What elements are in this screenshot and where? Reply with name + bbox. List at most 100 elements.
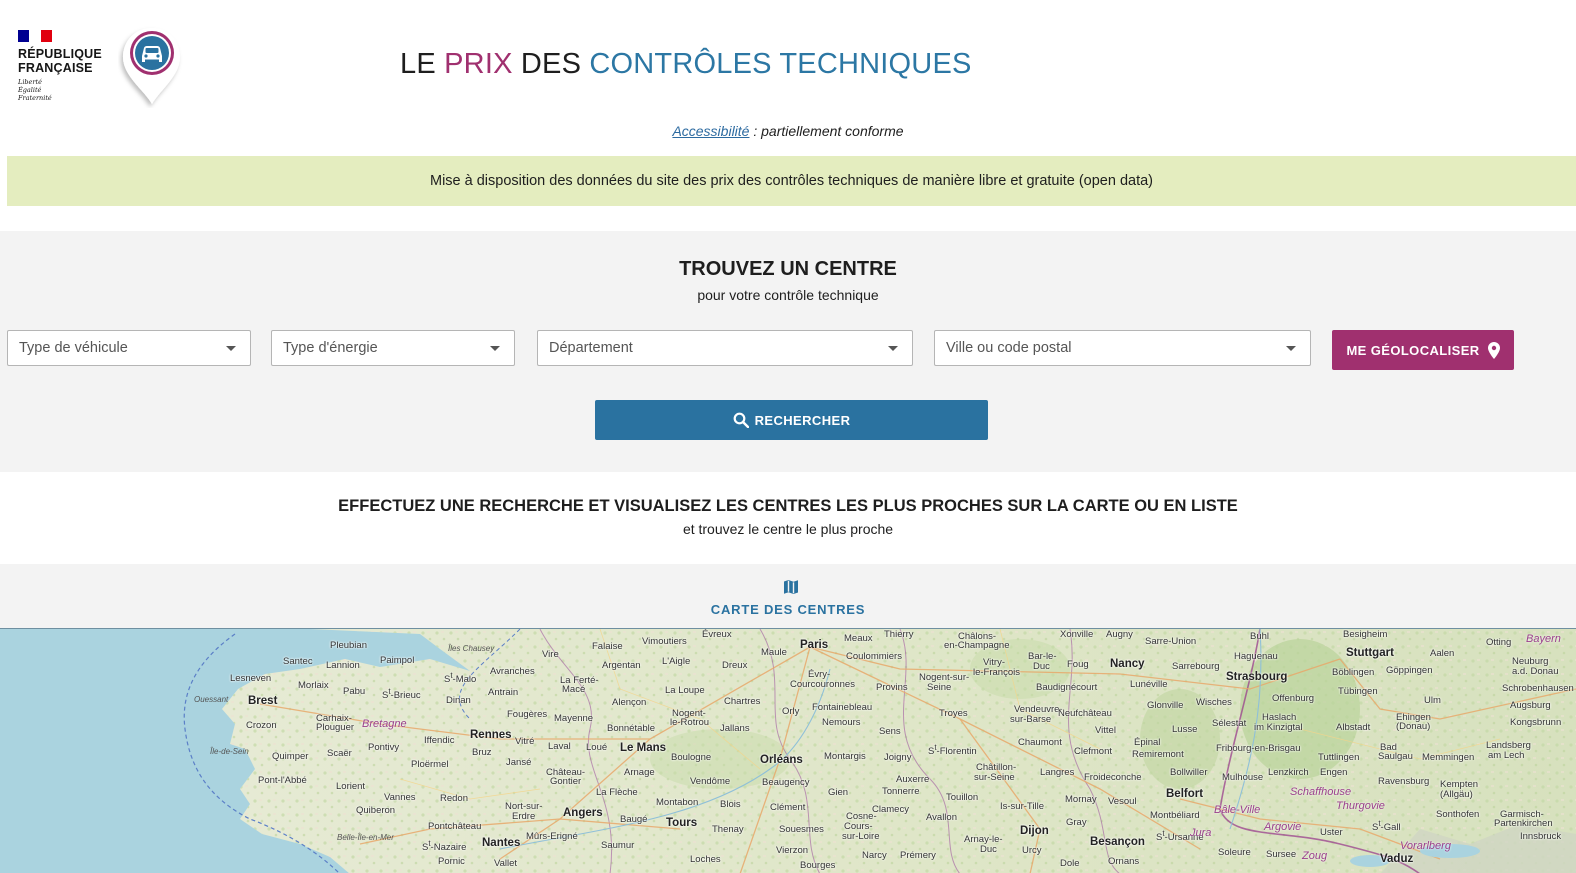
map-place-label: Alençon <box>612 697 647 708</box>
search-button[interactable]: RECHERCHER <box>595 400 988 440</box>
map-place-label: Froideconche <box>1084 772 1142 783</box>
map-place-label: Jansé <box>506 757 532 768</box>
map-place-label: Is-sur-Tille <box>1000 801 1044 812</box>
map-place-label: Engen <box>1320 767 1348 778</box>
map-place-label: Îles Chausey <box>448 644 495 653</box>
map-place-label: Bollwiller <box>1170 767 1208 778</box>
map-place-label: Argovie <box>1264 821 1302 833</box>
map-place-label: Montargis <box>824 751 866 762</box>
map-place-label: La Loupe <box>665 685 705 696</box>
map-place-label: Blois <box>720 799 741 810</box>
map-place-label: Ulm <box>1424 695 1441 706</box>
map-place-label: Vitré <box>515 736 535 747</box>
map-place-label: Morlaix <box>298 680 329 691</box>
map-place-label: Besançon <box>1090 836 1145 848</box>
map-place-label: Ploërmel <box>411 759 449 770</box>
map-place-label: Souesmes <box>779 824 824 835</box>
map-place-label: Quiberon <box>356 805 396 816</box>
map-place-label: Provins <box>876 682 908 693</box>
map-place-label: Nancy <box>1110 658 1145 670</box>
map-place-label: Narcy <box>862 850 887 861</box>
map-place-label: Pornic <box>438 856 465 867</box>
republique-francaise-logo[interactable]: RÉPUBLIQUE FRANÇAISE Liberté Égalité Fra… <box>18 30 118 102</box>
map-place-label: Paris <box>800 639 829 651</box>
map-place-label: Otting <box>1486 637 1512 648</box>
accessibility-link[interactable]: Accessibilité <box>672 123 749 139</box>
french-flag-icon <box>18 30 52 42</box>
map-place-label: Ornans <box>1108 856 1140 867</box>
map-place-label: Orléans <box>760 754 803 766</box>
accessibility-notice: Accessibilité : partiellement conforme <box>0 123 1576 139</box>
map-place-label: le-Rotrou <box>670 717 710 728</box>
map-place-label: Stuttgart <box>1346 647 1394 659</box>
map-place-label: Courcouronnes <box>790 679 855 690</box>
map-place-label: Pleubian <box>330 640 367 651</box>
map-place-label: Meaux <box>844 633 873 644</box>
map-place-label: Pont-l'Abbé <box>258 775 307 786</box>
map-place-label: Bretagne <box>362 718 407 730</box>
map-place-label: Mayenne <box>554 713 594 724</box>
city-postcode-select[interactable]: Ville ou code postal <box>934 330 1311 366</box>
map-place-label: Évreux <box>702 629 732 640</box>
map-place-label: Gray <box>1066 817 1087 828</box>
map-place-label: Vaduz <box>1380 853 1414 865</box>
map-place-label: Vorarlberg <box>1400 840 1451 852</box>
map-place-label: Loches <box>690 854 721 865</box>
search-icon <box>733 412 749 428</box>
map-place-label: Sursee <box>1266 849 1297 860</box>
energy-type-select[interactable]: Type d'énergie <box>271 330 515 366</box>
map-place-label: Nemours <box>822 717 861 728</box>
map-place-label: Albstadt <box>1336 722 1371 733</box>
map-place-label: (Allgäu) <box>1440 789 1473 800</box>
map-place-label: sur-Seine <box>974 772 1015 783</box>
map-place-label: Baudignécourt <box>1036 682 1098 693</box>
map-place-label: Sarrebourg <box>1172 661 1220 672</box>
map-place-label: Redon <box>440 793 468 804</box>
title-part-prix: PRIX <box>444 48 513 80</box>
tab-map-of-centers[interactable]: CARTE DES CENTRES <box>0 564 1576 628</box>
map-place-label: St-Nazaire <box>422 839 467 854</box>
map-place-label: Tuttlingen <box>1318 752 1360 763</box>
map-place-label: Loué <box>586 742 608 753</box>
map-place-label: Memmingen <box>1422 752 1475 763</box>
map-place-label: Fougères <box>507 709 548 720</box>
map-place-label: Belfort <box>1166 788 1204 800</box>
geolocate-button[interactable]: ME GÉOLOCALISER <box>1332 330 1514 370</box>
map-view[interactable]: Paris Évreux Meaux Thierry Châlons- en-C… <box>0 628 1576 873</box>
chevron-down-icon <box>888 346 898 351</box>
map-place-label: Soleure <box>1218 847 1251 858</box>
map-place-label: Clément <box>770 802 806 813</box>
map-place-label: Angers <box>563 807 603 819</box>
map-place-label: Macé <box>562 684 586 695</box>
map-place-label: sur-Loire <box>842 831 880 842</box>
map-place-label: Dole <box>1060 858 1080 869</box>
vehicle-type-select[interactable]: Type de véhicule <box>7 330 251 366</box>
department-select[interactable]: Département <box>537 330 913 366</box>
results-heading: EFFECTUEZ UNE RECHERCHE ET VISUALISEZ LE… <box>338 497 1238 515</box>
map-place-label: Jura <box>1190 827 1212 839</box>
map-place-label: Le Mans <box>620 742 667 754</box>
map-place-label: Mûrs-Erigné <box>526 831 578 842</box>
map-place-label: Auxerre <box>896 774 930 785</box>
map-place-label: Innsbruck <box>1520 831 1562 842</box>
map-place-label: Bonnétable <box>607 723 656 734</box>
department-label: Département <box>549 340 633 356</box>
map-place-label: Tours <box>666 817 698 829</box>
map-place-label: Xonville <box>1060 629 1094 640</box>
map-place-label: Argentan <box>602 660 641 671</box>
car-pin-logo-icon[interactable] <box>118 24 184 108</box>
map-place-label: Thenay <box>712 824 744 835</box>
map-place-label: Crozon <box>246 720 277 731</box>
map-place-label: Bâle-Ville <box>1214 804 1261 816</box>
map-place-label: Paimpol <box>380 655 415 666</box>
map-place-label: Göppingen <box>1386 665 1433 676</box>
motto-fraternite: Fraternité <box>18 94 52 102</box>
banner-text: Mise à disposition des données du site d… <box>429 173 1153 189</box>
map-place-label: Jallans <box>720 723 750 734</box>
map-place-label: im Kinzigtal <box>1254 722 1303 733</box>
map-place-label: Montbéliard <box>1150 810 1200 821</box>
map-place-label: Île-de-Sein <box>210 747 249 756</box>
map-place-label: Coulommiers <box>846 651 902 662</box>
republic-line2: FRANÇAISE <box>18 61 93 75</box>
map-place-label: Chartres <box>724 696 761 707</box>
